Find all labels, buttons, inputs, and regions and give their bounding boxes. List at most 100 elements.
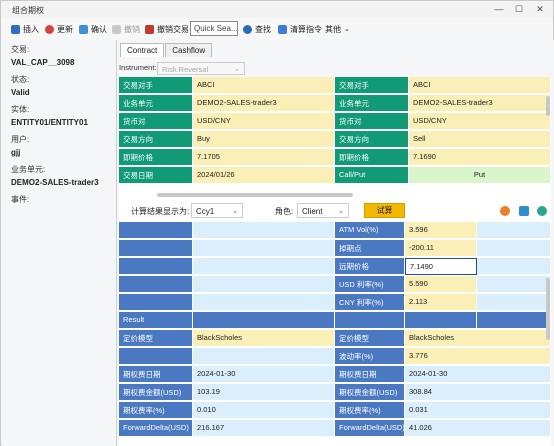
clearing-instruction-button[interactable]: 清算指令 xyxy=(278,23,322,35)
result-label: 波动率(%) xyxy=(335,348,405,365)
result-value: 308.84 xyxy=(405,384,551,401)
result-label xyxy=(119,294,193,311)
refresh-icon[interactable] xyxy=(500,206,510,216)
leg-field-label: 货币对 xyxy=(119,113,193,130)
leg-field-value[interactable]: USD/CNY xyxy=(193,113,335,130)
result-label xyxy=(119,276,193,293)
result-value xyxy=(193,240,335,257)
result-value[interactable]: 3.596 xyxy=(405,222,477,239)
result-label xyxy=(119,240,193,257)
result-lower-row: 期权费金额(USD) 103.19 期权费金额(USD) 308.84 xyxy=(119,384,551,401)
result-label: 期权费金额(USD) xyxy=(335,384,405,401)
result-value xyxy=(193,222,335,239)
instrument-select[interactable]: Risk Reversal ⌄ xyxy=(157,62,245,75)
main-panel: Contract Cashflow Instrument: Risk Rever… xyxy=(116,40,554,446)
result-upper-row: ATM Vol(%) 3.596 xyxy=(119,222,551,239)
cancel-deal-label: 撤销 xyxy=(124,24,140,34)
result-label: USD 利率(%) xyxy=(335,276,405,293)
clearing-label: 清算指令 xyxy=(290,24,322,34)
insert-button[interactable]: 插入 xyxy=(11,23,39,35)
display-currency-select[interactable]: Ccy1 ⌄ xyxy=(191,203,243,218)
result-value: BlackScholes xyxy=(193,330,335,347)
result-label xyxy=(119,348,193,365)
window-title: 组合期权 xyxy=(12,6,44,15)
leg-field-label: 货币对 xyxy=(335,113,409,130)
result-label: 掉期点 xyxy=(335,240,405,257)
result-upper-row: 远期价格 7.1490 xyxy=(119,258,551,275)
export-icon[interactable] xyxy=(537,206,547,216)
result-label: 远期价格 xyxy=(335,258,405,275)
result-lower-row: 期权费率(%) 0.010 期权费率(%) 0.031 xyxy=(119,402,551,419)
result-label: 期权费金额(USD) xyxy=(119,384,193,401)
trade-no-value: VAL_CAP__3098 xyxy=(11,58,75,67)
quick-search-input[interactable]: Quick Sea... xyxy=(190,21,238,36)
leg-field-value[interactable]: 7.1690 xyxy=(409,149,551,166)
result-label: 期权费率(%) xyxy=(119,402,193,419)
result-upper-row: CNY 利率(%) 2.113 xyxy=(119,294,551,311)
result-label: CNY 利率(%) xyxy=(335,294,405,311)
cancel-deal-button[interactable]: 撤销 xyxy=(112,23,140,35)
result-value: 0.010 xyxy=(193,402,335,419)
chevron-down-icon: ⌄ xyxy=(344,26,350,33)
user-value: gjj xyxy=(11,148,21,157)
result-section-label: Result xyxy=(119,312,193,329)
close-button[interactable]: ✕ xyxy=(530,2,550,16)
withdraw-icon xyxy=(145,24,154,34)
result-empty xyxy=(477,258,551,275)
leg-field-value[interactable]: ABCI xyxy=(409,77,551,94)
result-grid: ATM Vol(%) 3.596 掉期点 -200.11 远期价格 7.1490 USD 利… xyxy=(119,222,551,446)
result-value[interactable]: 5.590 xyxy=(405,276,477,293)
leg-field-value[interactable]: DEMO2-SALES-trader3 xyxy=(409,95,551,112)
business-unit-label: 业务单元: xyxy=(11,165,46,174)
leg-field-label: 业务单元 xyxy=(119,95,193,112)
result-vertical-scrollbar[interactable] xyxy=(546,278,550,340)
result-label: 定价模型 xyxy=(335,330,405,347)
result-value: BlackScholes xyxy=(405,330,551,347)
result-lower-row: 波动率(%) 3.776 xyxy=(119,348,551,365)
result-lower-row: ForwardDelta(USD) 216.167 ForwardDelta(USD… xyxy=(119,420,551,437)
legs-horizontal-scrollbar[interactable] xyxy=(157,193,353,197)
display-currency-value: Ccy1 xyxy=(196,207,215,216)
result-value[interactable]: 2.113 xyxy=(405,294,477,311)
trial-calculation-button[interactable]: 试算 xyxy=(364,203,405,218)
trade-no-label: 交易: xyxy=(11,45,30,54)
update-button[interactable]: 更新 xyxy=(45,23,73,35)
leg-field-value[interactable]: 7.1705 xyxy=(193,149,335,166)
result-value[interactable]: 7.1490 xyxy=(405,258,477,275)
tab-contract[interactable]: Contract xyxy=(120,43,165,57)
result-section-cell xyxy=(335,312,405,329)
result-empty xyxy=(477,222,551,239)
withdraw-label: 撤销交易 xyxy=(157,24,189,34)
role-label: 角色: xyxy=(275,207,294,216)
maximize-button[interactable]: ☐ xyxy=(509,2,529,16)
withdraw-trade-button[interactable]: 撤销交易 xyxy=(145,23,189,35)
minimize-button[interactable]: — xyxy=(489,2,509,16)
legs-row: 货币对 USD/CNY 货币对 USD/CNY xyxy=(119,113,551,130)
insert-icon xyxy=(11,24,20,34)
result-value: 103.19 xyxy=(193,384,335,401)
table-icon[interactable] xyxy=(519,206,529,216)
result-value xyxy=(193,294,335,311)
legs-row: 交易对手 ABCI 交易对手 ABCI xyxy=(119,77,551,94)
leg-field-value[interactable]: USD/CNY xyxy=(409,113,551,130)
leg-field-label: 业务单元 xyxy=(335,95,409,112)
legs-vertical-scrollbar[interactable] xyxy=(546,96,550,116)
confirm-button[interactable]: 确认 xyxy=(79,23,107,35)
leg-field-label: 交易日期 xyxy=(119,167,193,184)
leg-field-value[interactable]: DEMO2-SALES-trader3 xyxy=(193,95,335,112)
role-select[interactable]: Client ⌄ xyxy=(297,203,349,218)
result-value xyxy=(193,258,335,275)
result-value xyxy=(193,348,335,365)
tab-cashflow[interactable]: Cashflow xyxy=(165,43,213,57)
leg-field-value[interactable]: ABCI xyxy=(193,77,335,94)
result-value[interactable]: -200.11 xyxy=(405,240,477,257)
leg-field-value[interactable]: Sell xyxy=(409,131,551,148)
other-menu-button[interactable]: 其他 ⌄ xyxy=(325,23,350,35)
leg-field-value[interactable]: 2024/01/26 xyxy=(193,167,335,184)
leg-field-label: 交易方向 xyxy=(335,131,409,148)
result-section-cell xyxy=(193,312,335,329)
result-label: ATM Vol(%) xyxy=(335,222,405,239)
find-button[interactable]: 查找 xyxy=(243,23,271,35)
leg-field-value[interactable]: Put xyxy=(409,167,551,184)
leg-field-value[interactable]: Buy xyxy=(193,131,335,148)
